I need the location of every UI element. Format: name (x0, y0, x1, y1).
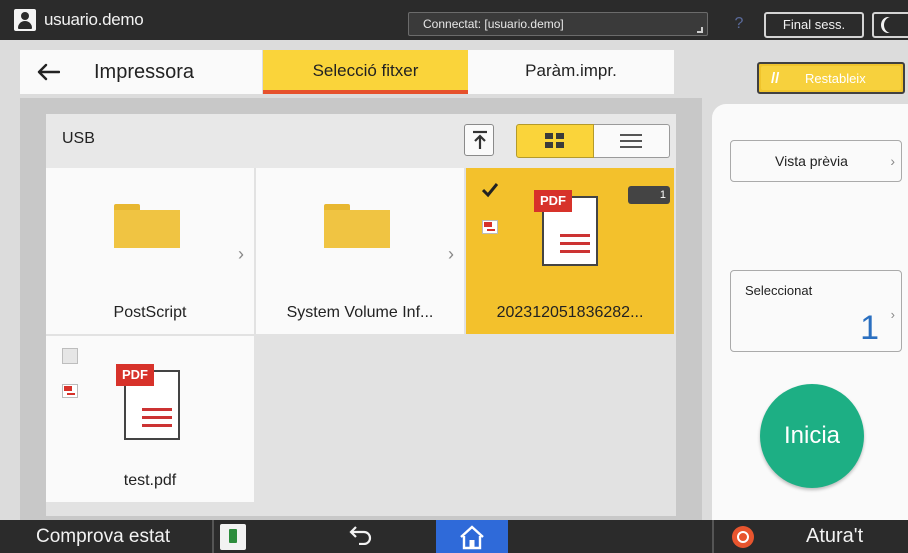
preview-label: Vista prèvia (775, 153, 848, 169)
selected-count: 1 (860, 309, 879, 347)
file-area: USB › PostScript › System Volume Inf... … (46, 114, 676, 516)
file-browser-panel: USB › PostScript › System Volume Inf... … (20, 98, 702, 520)
file-tile-pdf[interactable]: PDF test.pdf (46, 336, 254, 502)
file-name: 202312051836282... (496, 304, 644, 321)
divider (712, 520, 714, 553)
energy-saver-button[interactable] (872, 12, 908, 38)
user-icon (14, 9, 36, 31)
moon-icon (884, 17, 898, 33)
app-title: Impressora (76, 50, 262, 94)
start-button[interactable]: Inicia (760, 384, 864, 488)
arrow-up-icon (473, 130, 487, 149)
user-name: usuario.demo (44, 10, 144, 29)
pdf-file-icon: PDF (116, 364, 180, 440)
help-button[interactable]: ? (727, 12, 751, 36)
tab-print-settings[interactable]: Paràm.impr. (468, 50, 674, 94)
pdf-file-icon: PDF (534, 190, 598, 266)
checkmark-icon (481, 183, 499, 198)
chevron-right-icon: › (448, 244, 454, 264)
battery-icon (229, 529, 237, 543)
reset-button[interactable]: // Restableix (757, 62, 905, 94)
chevron-right-icon: › (890, 153, 895, 169)
file-tile-folder[interactable]: › PostScript (46, 168, 254, 334)
selected-label: Seleccionat (745, 283, 813, 298)
return-icon (349, 526, 372, 546)
arrow-left-icon (37, 63, 60, 81)
action-panel: Vista prèvia › Seleccionat 1 › Inicia (712, 104, 908, 520)
check-status-button[interactable]: Comprova estat (0, 520, 212, 553)
list-icon (620, 133, 642, 149)
file-name: test.pdf (123, 472, 177, 489)
reset-label: Restableix (805, 71, 866, 86)
app-header: Impressora Selecció fitxer Paràm.impr. /… (0, 40, 908, 98)
grid-icon (545, 133, 565, 149)
folder-icon (114, 204, 180, 248)
pdf-small-icon (482, 220, 498, 234)
chevron-right-icon: › (890, 307, 895, 322)
logout-button[interactable]: Final sess. (764, 12, 864, 38)
home-button[interactable] (436, 520, 508, 553)
stop-button[interactable]: Atura't (806, 520, 863, 553)
preview-button[interactable]: Vista prèvia › (730, 140, 902, 182)
stop-icon[interactable] (732, 526, 754, 548)
selected-count-button[interactable]: Seleccionat 1 › (730, 270, 902, 352)
folder-icon (324, 204, 390, 248)
chevron-right-icon: › (238, 244, 244, 264)
device-status-button[interactable] (220, 524, 246, 550)
divider (212, 520, 214, 553)
reset-icon: // (771, 70, 780, 87)
up-folder-button[interactable] (464, 124, 494, 156)
reset-button-face: // Restableix (761, 66, 901, 90)
connection-status: Connectat: [usuario.demo] (408, 12, 708, 36)
location-label: USB (62, 130, 95, 147)
file-name: System Volume Inf... (286, 304, 434, 321)
grid-view-button[interactable] (516, 124, 594, 158)
checkbox-unchecked[interactable] (62, 348, 78, 364)
file-tile-pdf-selected[interactable]: PDF 1 202312051836282... (466, 168, 674, 334)
file-name: PostScript (113, 304, 187, 321)
checkbox-checked[interactable] (481, 182, 499, 198)
home-icon (460, 525, 484, 550)
resize-corner-icon (697, 27, 703, 33)
printer-screen: usuario.demo Connectat: [usuario.demo] ?… (0, 0, 908, 553)
user-indicator[interactable]: usuario.demo (14, 8, 144, 32)
pdf-small-icon (62, 384, 78, 398)
return-button[interactable] (346, 523, 376, 549)
file-tile-folder[interactable]: › System Volume Inf... (256, 168, 464, 334)
copies-badge: 1 (628, 186, 670, 204)
list-view-button[interactable] (594, 124, 670, 158)
top-status-bar: usuario.demo Connectat: [usuario.demo] ?… (0, 0, 908, 40)
location-bar: USB (46, 114, 676, 168)
tab-file-selection[interactable]: Selecció fitxer (263, 50, 468, 94)
connection-text: Connectat: [usuario.demo] (423, 17, 564, 31)
bottom-bar: Comprova estat Atura't (0, 520, 908, 553)
back-button[interactable] (20, 50, 76, 94)
